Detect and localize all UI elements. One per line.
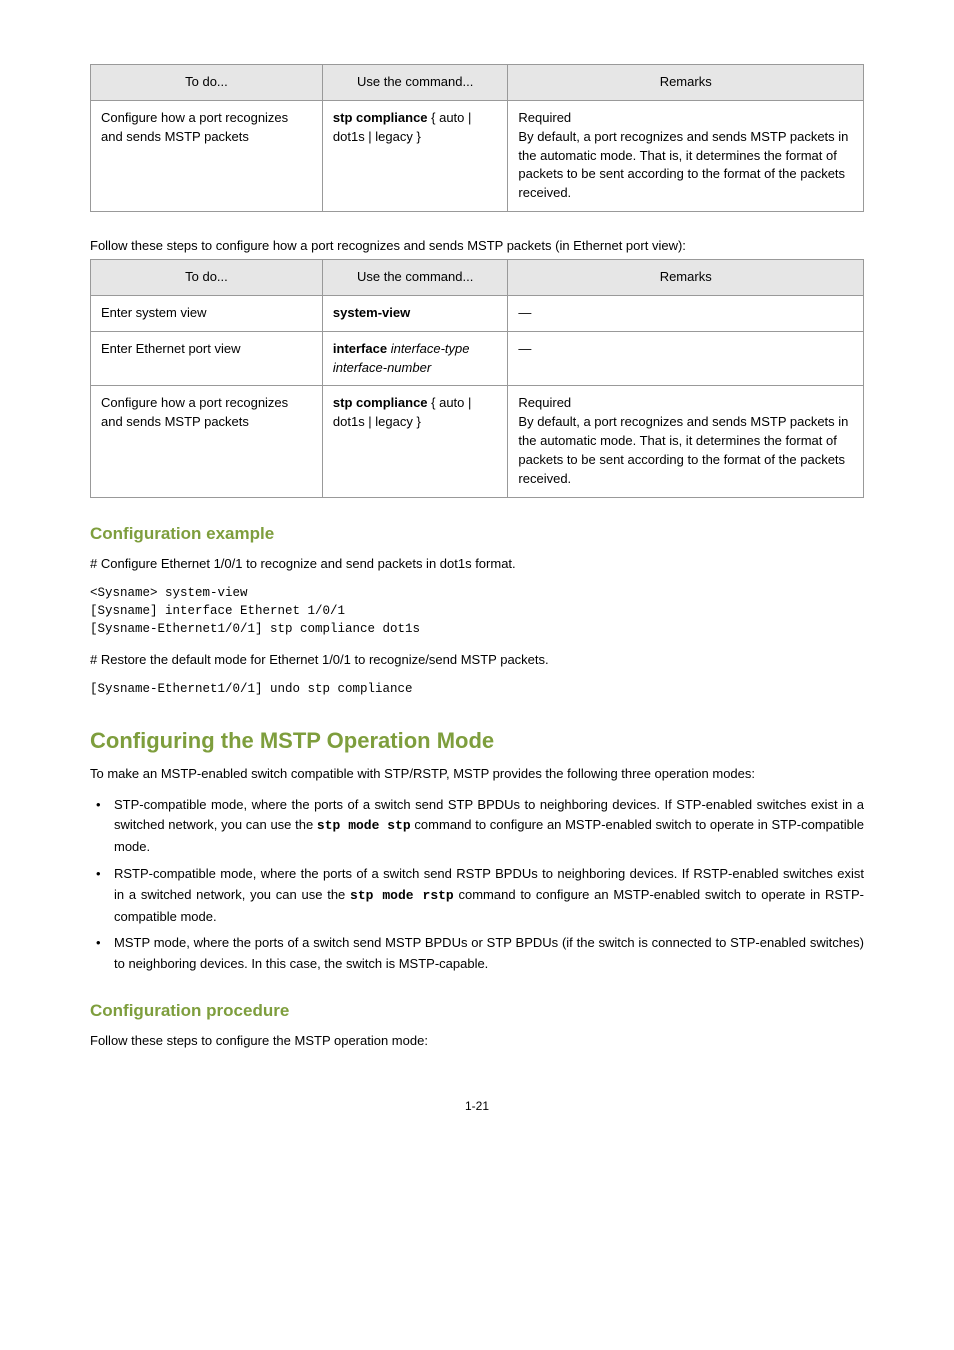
t1-h1: To do... [91, 65, 323, 101]
list-item: STP-compatible mode, where the ports of … [90, 795, 864, 858]
table-row: Enter Ethernet port view interface inter… [91, 331, 864, 386]
example-heading: Configuration example [90, 524, 864, 544]
t1-h2: Use the command... [322, 65, 508, 101]
t1-todo: Configure how a port recognizes and send… [91, 100, 323, 211]
page-number: 1-21 [90, 1099, 864, 1113]
example-p1: # Configure Ethernet 1/0/1 to recognize … [90, 554, 864, 574]
table-row: Configure how a port recognizes and send… [91, 100, 864, 211]
sub-heading: Configuration procedure [90, 1001, 864, 1021]
sub-intro: Follow these steps to configure the MSTP… [90, 1031, 864, 1051]
example-cmd2: [Sysname-Ethernet1/0/1] undo stp complia… [90, 680, 864, 698]
intro-port-view: Follow these steps to configure how a po… [90, 238, 864, 253]
table-row: Enter system view system-view — [91, 295, 864, 331]
mode-list: STP-compatible mode, where the ports of … [90, 795, 864, 975]
table-row: Configure how a port recognizes and send… [91, 386, 864, 497]
list-item: MSTP mode, where the ports of a switch s… [90, 933, 864, 975]
t2-h2: Use the command... [322, 260, 508, 296]
table-port-view: To do... Use the command... Remarks Ente… [90, 259, 864, 498]
section-intro: To make an MSTP-enabled switch compatibl… [90, 764, 864, 784]
t2-h3: Remarks [508, 260, 864, 296]
t1-cmd: stp compliance { auto | dot1s | legacy } [322, 100, 508, 211]
example-cmd1: <Sysname> system-view [Sysname] interfac… [90, 584, 864, 638]
table-system-view: To do... Use the command... Remarks Conf… [90, 64, 864, 212]
t2-h1: To do... [91, 260, 323, 296]
section-heading: Configuring the MSTP Operation Mode [90, 728, 864, 754]
t1-remarks: RequiredBy default, a port recognizes an… [508, 100, 864, 211]
t1-h3: Remarks [508, 65, 864, 101]
list-item: RSTP-compatible mode, where the ports of… [90, 864, 864, 927]
example-p2: # Restore the default mode for Ethernet … [90, 650, 864, 670]
